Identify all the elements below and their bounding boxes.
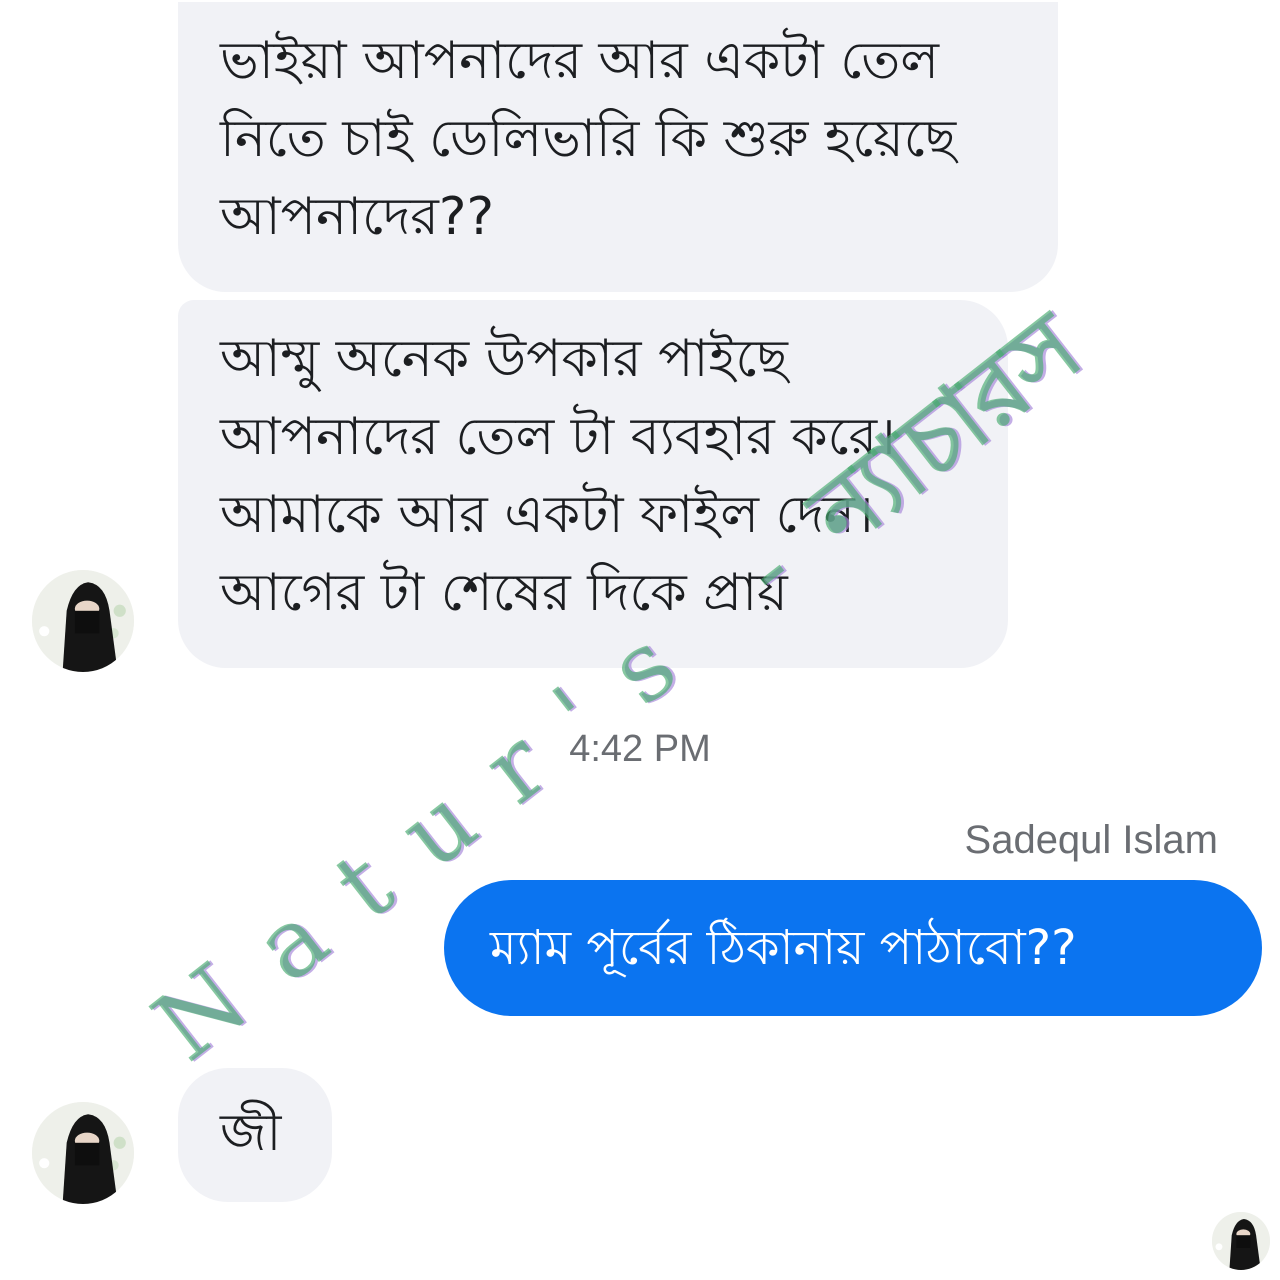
outgoing-message-bubble[interactable]: ম্যাম পূর্বের ঠিকানায় পাঠাবো??	[444, 880, 1262, 1016]
incoming-message-bubble[interactable]: ভাইয়া আপনাদের আর একটা তেল নিতে চাই ডেলি…	[178, 2, 1058, 292]
message-text: ভাইয়া আপনাদের আর একটা তেল নিতে চাই ডেলি…	[220, 31, 957, 247]
incoming-message-bubble[interactable]: জী	[178, 1068, 332, 1202]
contact-avatar[interactable]	[32, 570, 134, 672]
avatar-icon	[32, 1102, 134, 1204]
avatar-icon	[32, 570, 134, 672]
message-text: ম্যাম পূর্বের ঠিকানায় পাঠাবো??	[490, 920, 1077, 976]
seen-avatar-icon	[1212, 1212, 1270, 1270]
seen-receipt-avatar	[1212, 1212, 1270, 1270]
sender-name: Sadequl Islam	[964, 818, 1218, 862]
message-timestamp: 4:42 PM	[569, 728, 711, 770]
incoming-message-bubble[interactable]: আম্মু অনেক উপকার পাইছে আপনাদের তেল টা ব্…	[178, 300, 1008, 668]
message-text: আম্মু অনেক উপকার পাইছে আপনাদের তেল টা ব্…	[220, 329, 896, 623]
message-text: জী	[220, 1103, 282, 1163]
contact-avatar[interactable]	[32, 1102, 134, 1204]
